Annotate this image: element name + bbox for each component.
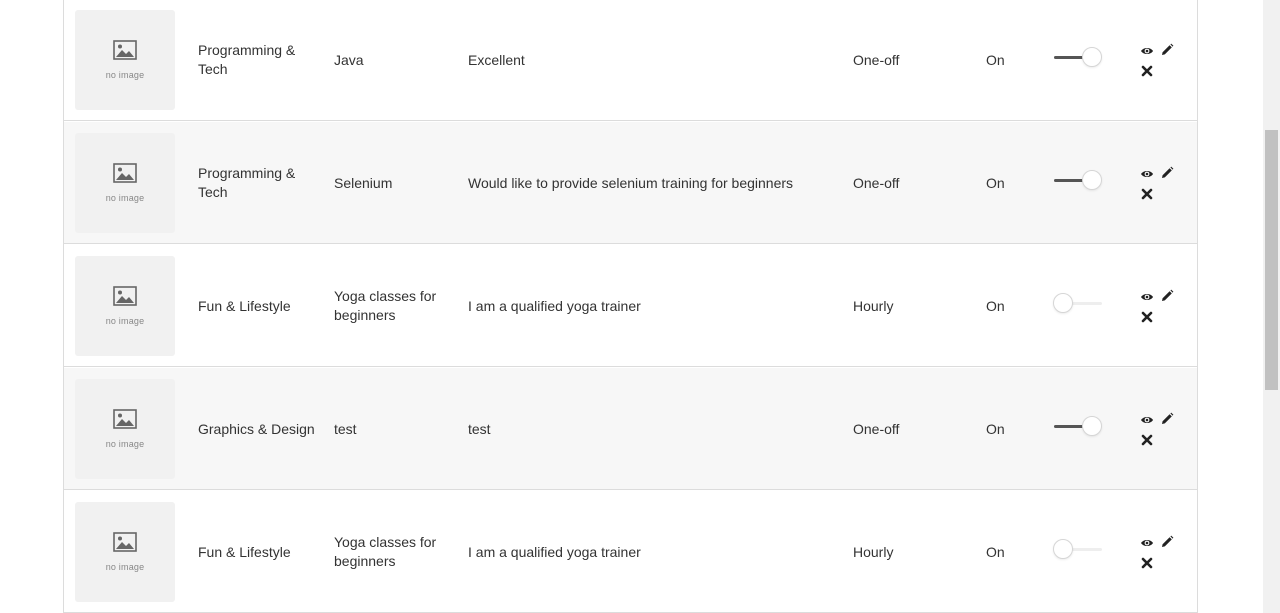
status-toggle[interactable] (1053, 47, 1105, 69)
eye-icon[interactable] (1140, 536, 1154, 550)
image-placeholder-icon (113, 532, 137, 557)
no-image-label: no image (105, 316, 145, 326)
type-cell: Hourly (853, 543, 894, 560)
type-cell: One-off (853, 174, 900, 191)
thumbnail: no image (75, 502, 175, 602)
title-cell: Java (334, 51, 364, 68)
description-cell: I am a qualified yoga trainer (468, 297, 641, 314)
status-cell: On (986, 420, 1005, 437)
thumbnail: no image (75, 256, 175, 356)
close-icon[interactable] (1141, 556, 1155, 570)
image-placeholder-icon (113, 163, 137, 188)
close-icon[interactable] (1141, 310, 1155, 324)
toggle-knob[interactable] (1082, 416, 1102, 436)
description-cell: I am a qualified yoga trainer (468, 543, 641, 560)
no-image-label: no image (105, 193, 145, 203)
category-cell: Programming & Tech (198, 42, 296, 77)
eye-icon[interactable] (1140, 413, 1154, 427)
type-cell: One-off (853, 51, 900, 68)
thumbnail: no image (75, 379, 175, 479)
image-placeholder-icon (113, 40, 137, 65)
type-cell: One-off (853, 420, 900, 437)
description-cell: Excellent (468, 51, 525, 68)
title-cell: Yoga classes for beginners (334, 288, 437, 323)
no-image-label: no image (105, 70, 145, 80)
eye-icon[interactable] (1140, 290, 1154, 304)
table-row: no image Fun & Lifestyle Yoga classes fo… (64, 245, 1197, 367)
toggle-knob[interactable] (1053, 539, 1073, 559)
table-row: no image Fun & Lifestyle Yoga classes fo… (64, 491, 1197, 613)
listings-table: no image Programming & Tech Java Excelle… (63, 0, 1198, 613)
status-toggle[interactable] (1053, 539, 1105, 561)
no-image-label: no image (105, 439, 145, 449)
category-cell: Programming & Tech (198, 165, 296, 200)
category-cell: Fun & Lifestyle (198, 297, 291, 314)
status-toggle[interactable] (1053, 293, 1105, 315)
pencil-icon[interactable] (1160, 535, 1174, 549)
toggle-knob[interactable] (1082, 47, 1102, 67)
status-cell: On (986, 51, 1005, 68)
scrollbar-thumb[interactable] (1265, 130, 1278, 390)
status-toggle[interactable] (1053, 170, 1105, 192)
pencil-icon[interactable] (1160, 289, 1174, 303)
toggle-knob[interactable] (1053, 293, 1073, 313)
type-cell: Hourly (853, 297, 894, 314)
table-row: no image Programming & Tech Java Excelle… (64, 0, 1197, 121)
close-icon[interactable] (1141, 433, 1155, 447)
image-placeholder-icon (113, 286, 137, 311)
no-image-label: no image (105, 562, 145, 572)
pencil-icon[interactable] (1160, 166, 1174, 180)
vertical-scrollbar[interactable] (1263, 0, 1280, 613)
table-row: no image Graphics & Design test test One… (64, 368, 1197, 490)
toggle-knob[interactable] (1082, 170, 1102, 190)
status-toggle[interactable] (1053, 416, 1105, 438)
thumbnail: no image (75, 10, 175, 110)
category-cell: Graphics & Design (198, 420, 315, 437)
status-cell: On (986, 174, 1005, 191)
eye-icon[interactable] (1140, 44, 1154, 58)
close-icon[interactable] (1141, 187, 1155, 201)
category-cell: Fun & Lifestyle (198, 543, 291, 560)
title-cell: Yoga classes for beginners (334, 534, 437, 569)
thumbnail: no image (75, 133, 175, 233)
description-cell: test (468, 420, 491, 437)
status-cell: On (986, 543, 1005, 560)
description-cell: Would like to provide selenium training … (468, 174, 794, 191)
close-icon[interactable] (1141, 64, 1155, 78)
pencil-icon[interactable] (1160, 412, 1174, 426)
status-cell: On (986, 297, 1005, 314)
pencil-icon[interactable] (1160, 43, 1174, 57)
eye-icon[interactable] (1140, 167, 1154, 181)
title-cell: Selenium (334, 174, 393, 191)
image-placeholder-icon (113, 409, 137, 434)
table-row: no image Programming & Tech Selenium Wou… (64, 122, 1197, 244)
title-cell: test (334, 420, 357, 437)
